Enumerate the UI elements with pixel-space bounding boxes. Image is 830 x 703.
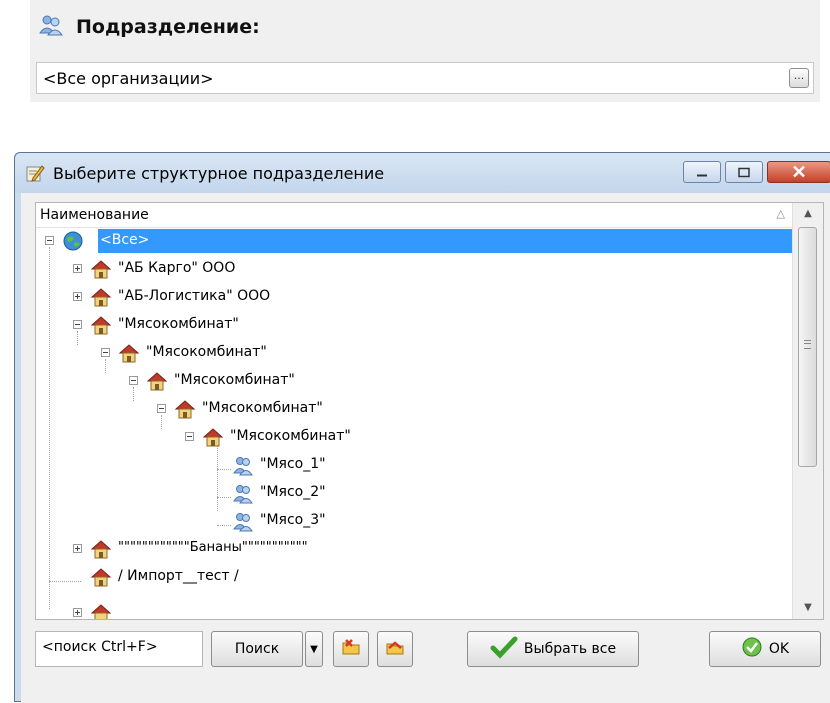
tree-node-label: """"""""""""Бананы""""""""""" [118, 540, 308, 555]
folder-expand-icon [340, 636, 362, 662]
checkmark-icon [490, 635, 518, 663]
tree-node-label: "Мясокомбинат" [118, 316, 239, 332]
subdivision-title-row: Подразделение: [38, 12, 260, 42]
collapse-toggle[interactable] [73, 320, 82, 329]
tree-node-label: "Мясокомбинат" [146, 344, 267, 360]
scroll-down-arrow-icon[interactable]: ▼ [793, 597, 823, 619]
tree-node-label: "Мясокомбинат" [230, 428, 351, 444]
tree-node[interactable]: "Мясо_1" [36, 451, 793, 479]
users-icon [38, 13, 64, 41]
collapse-all-button[interactable] [377, 631, 413, 667]
search-button-label: Поиск [234, 641, 280, 657]
tree-node[interactable]: / Импорт__тест / [36, 563, 793, 591]
sort-indicator-icon: △ [776, 207, 785, 220]
tree-node[interactable]: "Мясокомбинат" [36, 395, 793, 423]
tree-node[interactable]: "Мясокомбинат" [36, 367, 793, 395]
dialog-client-area: Наименование △ <Все> "АБ Карго" ООО "АБ-… [21, 193, 830, 703]
scroll-up-arrow-icon[interactable]: ▲ [793, 203, 823, 225]
users-icon [232, 510, 254, 532]
tree-node[interactable]: """"""""""""Бананы""""""""""" [36, 535, 793, 563]
expand-toggle[interactable] [73, 544, 82, 553]
globe-icon [62, 230, 84, 252]
subdivision-field[interactable]: <Все организации> ... [36, 62, 814, 94]
vertical-scrollbar[interactable]: ▲ ▼ [792, 203, 823, 619]
minimize-button[interactable] [683, 161, 721, 183]
tree-node[interactable]: "Мясокомбинат" [36, 339, 793, 367]
tree-node[interactable]: "Мясо_2" [36, 479, 793, 507]
house-icon [90, 566, 112, 588]
tree-node[interactable]: "Мясокомбинат" [36, 423, 793, 451]
maximize-icon [738, 163, 750, 182]
ok-button[interactable]: OK [709, 631, 821, 667]
subdivision-tree-list[interactable]: Наименование △ <Все> "АБ Карго" ООО "АБ-… [35, 202, 824, 620]
collapse-toggle[interactable] [129, 376, 138, 385]
minimize-icon [696, 163, 708, 182]
search-input[interactable]: <поиск Ctrl+F> [35, 631, 203, 667]
dialog-titlebar[interactable]: Выберите структурное подразделение [15, 153, 830, 193]
collapse-toggle[interactable] [101, 348, 110, 357]
house-icon [202, 426, 224, 448]
tree-node[interactable]: "АБ-Логистика" ООО [36, 283, 793, 311]
tree-node-label: "Мясокомбинат" [174, 372, 295, 388]
tree-node-label: "Мясокомбинат" [202, 400, 323, 416]
tree-node-label: "Мясо_3" [260, 512, 326, 528]
select-subdivision-dialog: Выберите структурное подразделение Наиме… [14, 152, 830, 703]
house-icon [90, 602, 112, 619]
tree-node-label: "Мясо_2" [260, 484, 326, 500]
tree-node-label: "АБ Карго" ООО [118, 260, 236, 276]
selection-highlight [98, 229, 793, 253]
tree-node-label: / Импорт__тест / [118, 568, 239, 584]
house-icon [90, 314, 112, 336]
search-options-dropdown[interactable]: ▼ [305, 631, 323, 667]
expand-toggle[interactable] [73, 292, 82, 301]
house-icon [90, 258, 112, 280]
close-button[interactable] [767, 161, 830, 183]
collapse-toggle[interactable] [45, 236, 54, 245]
close-icon [792, 163, 806, 182]
search-button[interactable]: Поиск [211, 631, 303, 667]
column-header-label: Наименование [40, 207, 149, 223]
house-icon [146, 370, 168, 392]
tree: <Все> "АБ Карго" ООО "АБ-Логистика" ООО … [36, 227, 793, 619]
scroll-thumb[interactable] [798, 227, 817, 467]
house-icon [90, 538, 112, 560]
tree-node[interactable]: "АБ Карго" ООО [36, 255, 793, 283]
grip-icon [804, 340, 811, 349]
column-header[interactable]: Наименование △ [36, 203, 793, 228]
edit-pencil-icon [25, 163, 45, 187]
chevron-down-icon: ▼ [310, 643, 318, 655]
tree-node-label: "Мясо_1" [260, 456, 326, 472]
users-icon [232, 454, 254, 476]
subdivision-field-panel: Подразделение: <Все организации> ... [30, 0, 820, 102]
subdivision-field-value: <Все организации> [43, 69, 214, 88]
expand-all-button[interactable] [333, 631, 369, 667]
ok-button-label: OK [768, 641, 790, 657]
tree-node-partial[interactable] [36, 599, 793, 619]
ok-check-circle-icon [741, 636, 763, 662]
collapse-toggle[interactable] [157, 404, 166, 413]
folder-collapse-icon [384, 636, 406, 662]
tree-node[interactable]: "Мясокомбинат" [36, 311, 793, 339]
house-icon [90, 286, 112, 308]
tree-node-all[interactable]: <Все> [36, 227, 793, 255]
collapse-toggle[interactable] [185, 432, 194, 441]
house-icon [118, 342, 140, 364]
dialog-title: Выберите структурное подразделение [53, 164, 385, 183]
users-icon [232, 482, 254, 504]
maximize-button[interactable] [725, 161, 763, 183]
subdivision-title: Подразделение: [76, 16, 260, 38]
select-all-button[interactable]: Выбрать все [467, 631, 639, 667]
browse-button[interactable]: ... [789, 68, 809, 88]
select-all-button-label: Выбрать все [523, 641, 617, 657]
tree-node-label: <Все> [100, 232, 150, 248]
house-icon [174, 398, 196, 420]
expand-toggle[interactable] [73, 264, 82, 273]
tree-node[interactable]: "Мясо_3" [36, 507, 793, 535]
expand-toggle[interactable] [73, 608, 82, 617]
tree-node-label: "АБ-Логистика" ООО [118, 288, 271, 304]
